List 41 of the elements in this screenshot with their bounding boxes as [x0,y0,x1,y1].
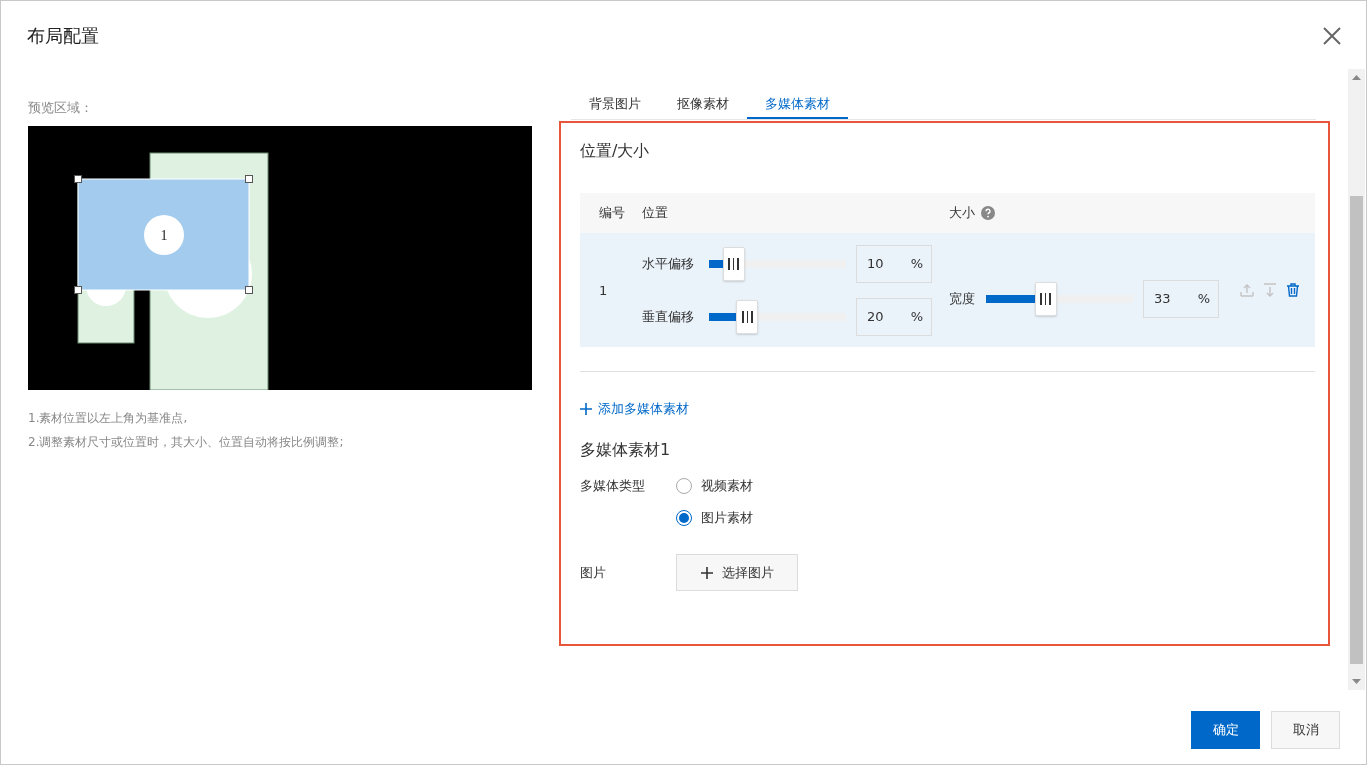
number-field[interactable]: 20 % [856,297,932,336]
note-text: 2.调整素材尺寸或位置时，其大小、位置自动将按比例调整; [28,434,344,451]
plus-icon [580,403,592,415]
help-icon[interactable] [981,206,995,220]
scrollbar[interactable] [1348,69,1365,690]
dialog-title: 布局配置 [27,24,99,48]
row-number: 1 [599,282,608,298]
tab[interactable]: 多媒体素材 [747,91,848,119]
column-header: 大小 [949,204,975,222]
note-text: 1.素材位置以左上角为基准点, [28,410,188,427]
slider-handle[interactable] [736,299,759,334]
field-label: 图片 [580,563,607,582]
radio-button[interactable] [676,510,692,526]
preview-label: 预览区域： [28,99,94,117]
item-title: 多媒体素材1 [580,440,671,461]
slider-label: 宽度 [949,289,976,308]
slider-handle[interactable] [722,246,745,281]
scroll-down-icon[interactable] [1352,679,1361,684]
radio-option[interactable]: 视频素材 [676,477,753,495]
region-number: 1 [160,228,168,243]
radio-option[interactable]: 图片素材 [676,509,753,527]
radio-button[interactable] [676,478,692,494]
close-button[interactable] [1322,26,1342,46]
column-header: 编号 [599,205,625,220]
field-label: 多媒体类型 [580,477,646,495]
trash-icon[interactable] [1286,283,1300,297]
cancel-button[interactable]: 取消 [1271,711,1340,749]
column-header: 位置 [642,205,668,220]
slider-label: 水平偏移 [642,254,695,273]
section-title: 位置/大小 [580,141,650,162]
add-media-link[interactable]: 添加多媒体素材 [580,400,689,418]
slider-label: 垂直偏移 [642,307,695,326]
number-field[interactable]: 10 % [856,244,932,283]
choose-image-button[interactable]: 选择图片 [676,554,798,591]
plus-icon [700,566,713,579]
scroll-up-icon[interactable] [1352,75,1361,80]
slider-handle[interactable] [1034,281,1057,316]
tab[interactable]: 抠像素材 [659,91,747,119]
number-field[interactable]: 33 % [1143,279,1219,318]
confirm-button[interactable]: 确定 [1191,711,1260,749]
tab[interactable]: 背景图片 [571,91,659,119]
